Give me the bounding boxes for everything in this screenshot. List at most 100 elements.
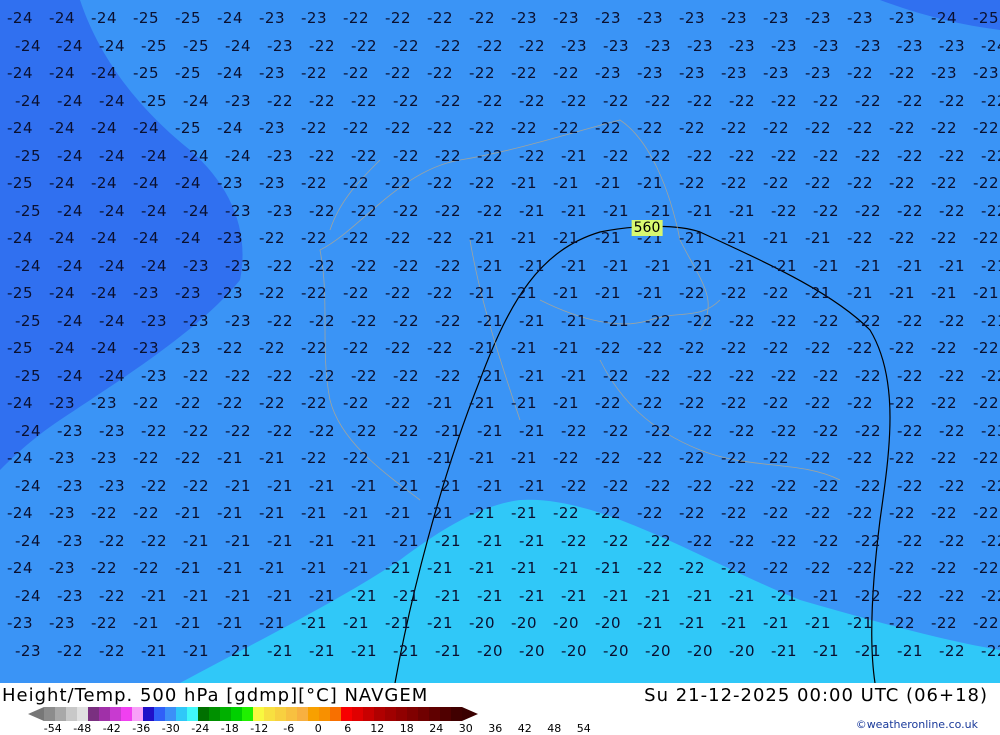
temperature-label: -21 [553,559,579,577]
temperature-label: -21 [561,256,587,275]
temperature-label: -22 [511,64,537,82]
temperature-label: -22 [603,476,629,495]
temperature-label: -22 [343,229,369,247]
temperature-label: -21 [561,201,587,220]
temperature-label: -22 [855,476,881,495]
temperature-label: -22 [931,614,957,632]
temperature-label: -21 [771,256,797,275]
temperature-label: -21 [519,201,545,220]
temperature-label: -20 [469,614,495,632]
temperature-label: -22 [385,64,411,82]
temperature-label: -22 [889,64,915,82]
temperature-label: -22 [805,394,831,412]
temperature-label: -22 [981,641,1000,660]
colorbar-tick-label: 0 [314,722,322,735]
temperature-label: -21 [301,504,327,522]
temperature-label: -22 [259,339,285,357]
temperature-label: -22 [645,366,671,385]
temperature-label: -21 [259,449,285,467]
temperature-label: -22 [561,421,587,440]
temperature-label: -21 [477,311,503,330]
temperature-label: -22 [721,504,747,522]
temperature-label: -22 [343,339,369,357]
temperature-label: -22 [133,559,159,577]
temperature-label: -23 [267,201,293,220]
temperature-label: -22 [435,366,461,385]
colorbar-swatch [451,707,462,721]
temperature-label: -22 [175,394,201,412]
temperature-label: -22 [855,201,881,220]
colorbar-tick-label: -30 [161,722,180,735]
colorbar-swatch [341,707,352,721]
temperature-label: -21 [351,476,377,495]
temperature-label: -22 [637,119,663,137]
temperature-label: -22 [981,201,1000,220]
temperature-label: -22 [603,366,629,385]
temperature-label: -22 [393,311,419,330]
temperature-label: -21 [721,614,747,632]
temperature-label: -22 [427,64,453,82]
colorbar-swatch [44,707,55,721]
temperature-label: -22 [729,311,755,330]
colorbar-swatch [407,707,418,721]
colorbar-swatch [165,707,176,721]
temperature-label: -21 [679,229,705,247]
temperature-label: -22 [889,119,915,137]
temperature-label: -24 [133,119,159,137]
temperature-label: -22 [141,421,167,440]
temperature-label: -22 [687,366,713,385]
temperature-label: -24 [183,91,209,110]
temperature-label: -21 [973,284,999,302]
temperature-label: -22 [385,229,411,247]
temperature-label: -22 [259,394,285,412]
temperature-label: -21 [847,284,873,302]
temperature-label: -24 [91,174,117,192]
temperature-label: -21 [939,256,965,275]
temperature-label: -21 [553,229,579,247]
temperature-label: -21 [427,559,453,577]
temperature-label: -22 [981,366,1000,385]
temperature-label: -22 [435,256,461,275]
temperature-label: -21 [763,229,789,247]
temperature-label: -23 [763,64,789,82]
temperature-label: -22 [721,119,747,137]
temperature-label: -21 [427,614,453,632]
temperature-label: -22 [99,531,125,550]
temperature-label: -21 [477,366,503,385]
temperature-label: -21 [183,586,209,605]
temperature-label: -22 [847,64,873,82]
temperature-label: -22 [385,119,411,137]
temperature-label: -22 [309,421,335,440]
temperature-label: -22 [763,504,789,522]
temperature-label: -22 [477,146,503,165]
temperature-label: -22 [981,531,1000,550]
temperature-label: -23 [259,64,285,82]
temperature-label: -23 [175,284,201,302]
colorbar-tick-label: 18 [399,722,414,735]
temperature-label: -22 [931,339,957,357]
temperature-label: -21 [393,586,419,605]
colorbar-tick-label: 48 [547,722,562,735]
temperature-label: -22 [301,174,327,192]
temperature-label: -21 [561,311,587,330]
temperature-label: -21 [469,284,495,302]
temperature-label: -22 [469,9,495,27]
temperature-label: -22 [351,201,377,220]
temperature-label: -22 [519,36,545,55]
temperature-label: -23 [91,394,117,412]
temperature-label: -21 [519,476,545,495]
temperature-label: -22 [133,449,159,467]
temperature-label: -22 [729,476,755,495]
temperature-label: -21 [469,504,495,522]
colorbar-arrow-left [28,707,44,721]
temperature-label: -21 [225,641,251,660]
temperature-label: -22 [973,119,999,137]
temperature-label: -22 [981,91,1000,110]
weather-map: -24 -24 -24 -25 -25 -24 -23 -23 -22 -22 -22 -22 -23-… [0,0,1000,683]
credit-link[interactable]: ©weatheronline.co.uk [856,718,978,731]
temperature-label: -24 [15,91,41,110]
temperature-label: -22 [889,339,915,357]
temperature-label: -21 [687,586,713,605]
temperature-label: -24 [15,421,41,440]
temperature-label: -21 [183,531,209,550]
